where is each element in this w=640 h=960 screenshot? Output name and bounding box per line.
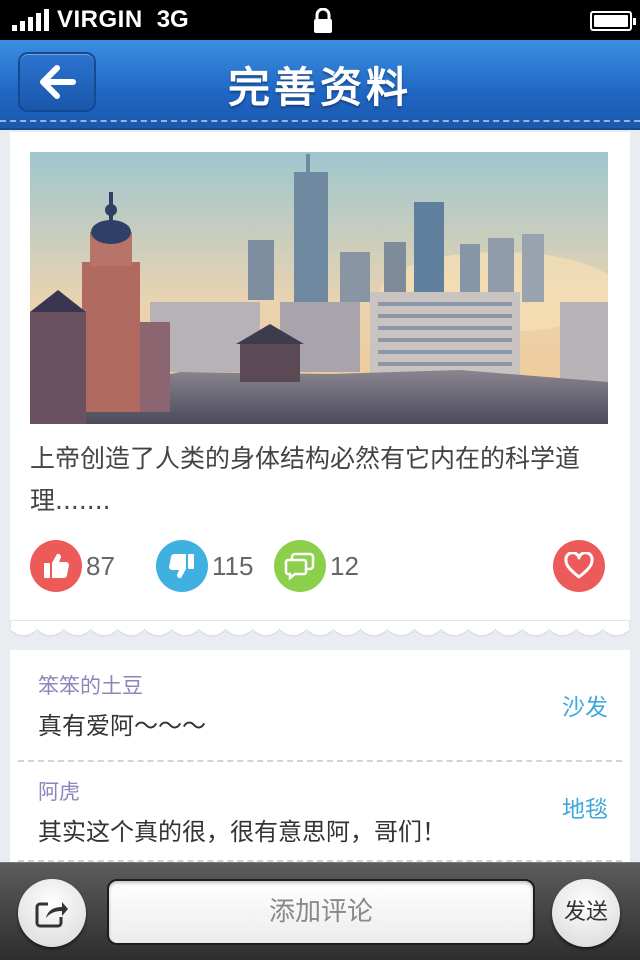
post-image[interactable] — [30, 152, 608, 424]
nav-bar: 完善资料 — [0, 40, 640, 130]
signal-bars-icon — [12, 9, 49, 31]
card-scalloped-edge — [10, 620, 630, 637]
bottom-toolbar: 添加评论 发送 — [0, 862, 640, 960]
share-button[interactable] — [18, 879, 86, 947]
send-button[interactable]: 发送 — [552, 879, 620, 947]
comment-text: 真有爱阿～～～ — [38, 712, 206, 740]
comment-input[interactable]: 添加评论 — [107, 879, 535, 945]
status-bar: VIRGIN 3G — [0, 0, 640, 40]
battery-icon — [590, 11, 636, 31]
comment-list: 笨笨的土豆 真有爱阿～～～ 沙发 阿虎 其实这个真的很，很有意思阿，哥们！ 地毯 — [10, 650, 630, 862]
favorite-button[interactable] — [553, 540, 605, 592]
comment-tag: 沙发 — [562, 695, 608, 721]
comment-item[interactable]: 笨笨的土豆 真有爱阿～～～ 沙发 — [10, 650, 630, 762]
lock-icon — [314, 8, 332, 33]
dislike-stat[interactable]: 115 — [156, 540, 253, 592]
post-card: 上帝创造了人类的身体结构必然有它内在的科学道理....... 87 115 12 — [10, 132, 630, 632]
comment-stat[interactable]: 12 — [274, 540, 359, 592]
post-text: 上帝创造了人类的身体结构必然有它内在的科学道理....... — [30, 444, 581, 515]
heart-icon — [564, 552, 594, 579]
share-icon — [35, 902, 68, 928]
comment-count: 12 — [330, 550, 359, 581]
comment-item[interactable]: 阿虎 其实这个真的很，很有意思阿，哥们！ 地毯 — [10, 762, 630, 862]
comment-tag: 地毯 — [562, 797, 608, 823]
dislike-count: 115 — [212, 550, 254, 581]
comment-bubble-icon[interactable] — [274, 540, 326, 592]
comment-author[interactable]: 阿虎 — [38, 776, 80, 806]
network-type: 3G — [156, 6, 189, 33]
like-count: 87 — [86, 550, 115, 581]
comment-author[interactable]: 笨笨的土豆 — [38, 670, 143, 700]
carrier-name: VIRGIN — [57, 6, 143, 33]
like-stat[interactable]: 87 — [30, 540, 115, 592]
thumbs-down-icon[interactable] — [156, 540, 208, 592]
thumbs-up-icon[interactable] — [30, 540, 82, 592]
city-skyline-photo — [30, 152, 608, 424]
page-title: 完善资料 — [227, 63, 412, 112]
comment-text: 其实这个真的很，很有意思阿，哥们！ — [38, 818, 446, 846]
